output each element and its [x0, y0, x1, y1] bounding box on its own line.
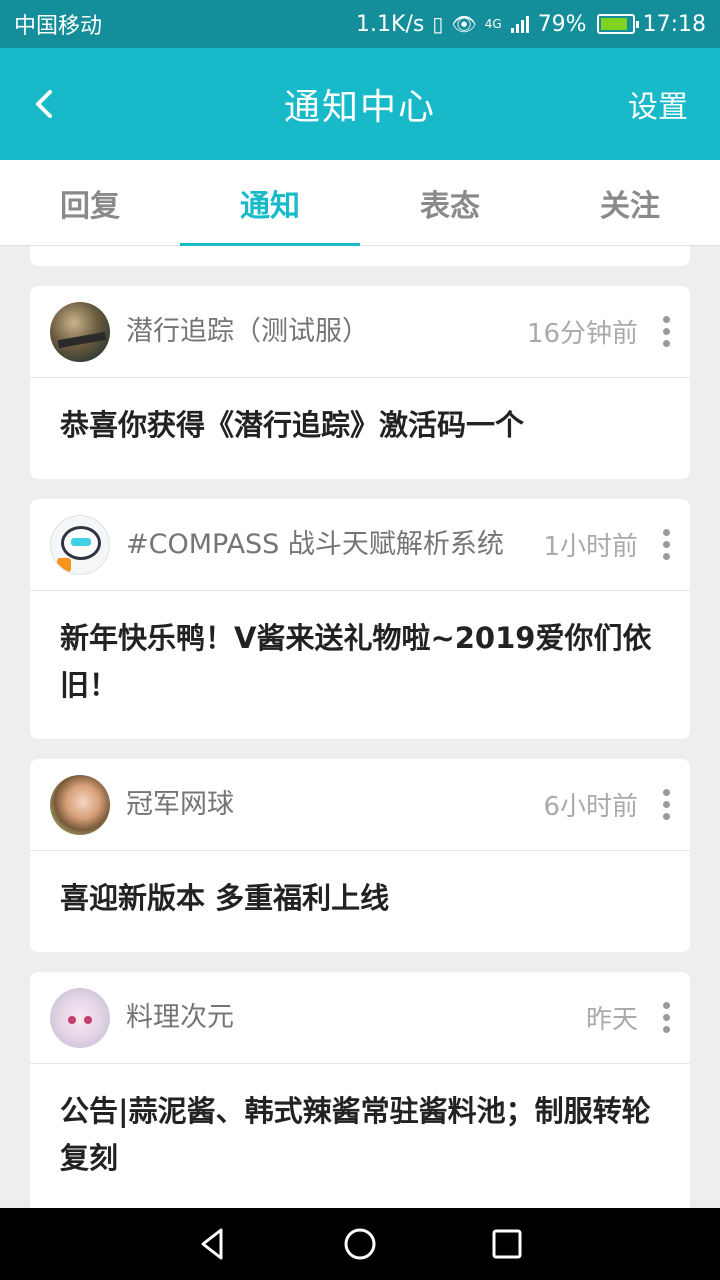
- more-vertical-icon[interactable]: [662, 1002, 670, 1033]
- notification-message: 公告|蒜泥酱、韩式辣酱常驻酱料池；制服转轮复刻: [60, 1094, 651, 1175]
- signal-bars-icon: [510, 16, 529, 33]
- status-bar: 中国移动 1.1K/s ▯ 👁 4G 79% 17:18: [0, 0, 720, 48]
- notification-message: 恭喜你获得《潜行追踪》激活码一个: [60, 408, 525, 442]
- tab-reactions[interactable]: 表态: [360, 160, 540, 246]
- notification-message: 喜迎新版本 多重福利上线: [60, 881, 390, 915]
- settings-button[interactable]: 设置: [628, 82, 688, 126]
- carrier-label: 中国移动: [14, 14, 103, 39]
- app-bar: 通知中心 设置: [0, 48, 720, 160]
- more-vertical-icon[interactable]: [662, 529, 670, 560]
- notification-message: 新年快乐鸭！V酱来送礼物啦~2019爱你们依旧！: [60, 621, 652, 702]
- battery-percent: 79%: [537, 11, 587, 37]
- eye-icon: 👁: [451, 12, 477, 36]
- clock: 17:18: [642, 11, 706, 37]
- more-vertical-icon[interactable]: [662, 316, 670, 347]
- system-nav-bar: [0, 1208, 720, 1280]
- avatar: [50, 774, 110, 835]
- notification-card[interactable]: 潜行追踪（测试服） 16分钟前 恭喜你获得《潜行追踪》激活码一个: [30, 286, 690, 479]
- notification-card[interactable]: 料理次元 昨天 公告|蒜泥酱、韩式辣酱常驻酱料池；制服转轮复刻: [30, 972, 690, 1212]
- tab-follows[interactable]: 关注: [540, 160, 720, 246]
- card-header: 潜行追踪（测试服） 16分钟前: [30, 286, 690, 378]
- avatar: [50, 301, 110, 362]
- timestamp: 6小时前: [543, 792, 638, 822]
- vibrate-icon: ▯: [432, 12, 444, 36]
- tab-notifications[interactable]: 通知: [180, 160, 360, 247]
- network-speed: 1.1K/s: [356, 11, 425, 37]
- recents-nav-icon[interactable]: [487, 1224, 527, 1264]
- partial-card: [30, 246, 690, 266]
- more-vertical-icon[interactable]: [662, 789, 670, 820]
- page-title: 通知中心: [283, 87, 436, 128]
- timestamp: 1小时前: [543, 532, 638, 562]
- card-header: 料理次元 昨天: [30, 972, 690, 1064]
- chevron-left-icon[interactable]: [28, 86, 64, 122]
- avatar: [50, 514, 110, 575]
- card-header: #COMPASS 战斗天赋解析系统 1小时前: [30, 499, 690, 591]
- notification-card[interactable]: #COMPASS 战斗天赋解析系统 1小时前 新年快乐鸭！V酱来送礼物啦~201…: [30, 499, 690, 739]
- home-nav-icon[interactable]: [340, 1224, 380, 1264]
- status-icons: 1.1K/s ▯ 👁 4G 79% 17:18: [356, 12, 706, 37]
- tab-reply[interactable]: 回复: [0, 160, 180, 246]
- timestamp: 16分钟前: [526, 319, 638, 349]
- avatar: [50, 987, 110, 1048]
- notification-card[interactable]: 冠军网球 6小时前 喜迎新版本 多重福利上线: [30, 759, 690, 952]
- battery-icon: [596, 14, 639, 34]
- card-header: 冠军网球 6小时前: [30, 759, 690, 851]
- back-nav-icon[interactable]: [193, 1224, 233, 1264]
- source-name: #COMPASS 战斗天赋解析系统: [126, 528, 504, 560]
- source-name: 潜行追踪（测试服）: [126, 315, 369, 347]
- tab-bar: 回复 通知 表态 关注: [0, 160, 720, 247]
- timestamp: 昨天: [585, 1005, 638, 1035]
- source-name: 冠军网球: [126, 788, 234, 820]
- notification-list: 潜行追踪（测试服） 16分钟前 恭喜你获得《潜行追踪》激活码一个 #COMPAS…: [30, 246, 690, 1232]
- signal-icon: 4G: [484, 17, 502, 31]
- source-name: 料理次元: [126, 1001, 234, 1033]
